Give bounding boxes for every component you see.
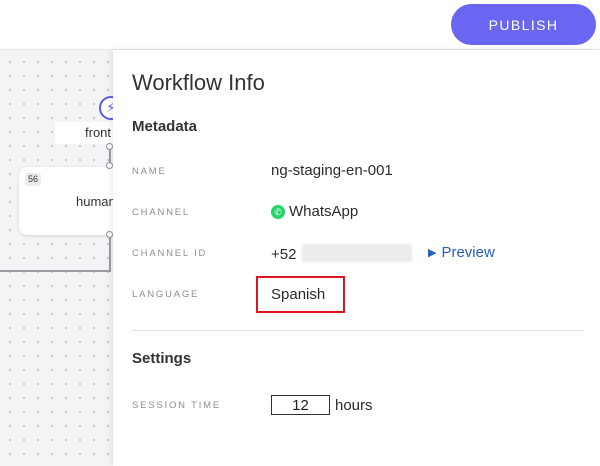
whatsapp-icon: ✆ — [271, 205, 285, 219]
lightning-icon[interactable]: ⚡ — [99, 96, 113, 120]
node-port[interactable] — [106, 231, 113, 238]
node-label: front — [85, 125, 112, 140]
workflow-node-front[interactable]: front — [55, 122, 113, 144]
channel-name: WhatsApp — [289, 203, 359, 220]
session-time-input[interactable] — [271, 395, 330, 415]
settings-heading: Settings — [132, 350, 192, 367]
workflow-node-human[interactable]: 56 human — [19, 167, 113, 235]
top-bar: PUBLISH — [0, 0, 600, 50]
channel-id-prefix: +52 — [271, 246, 297, 263]
session-time-unit: hours — [335, 397, 373, 414]
language-label: LANGUAGE — [132, 289, 200, 300]
node-label: human — [76, 194, 113, 209]
channel-label: CHANNEL — [132, 207, 190, 218]
session-time-label: SESSION TIME — [132, 400, 221, 411]
workflow-canvas[interactable]: ⚡ front 56 human — [0, 50, 113, 466]
name-label: NAME — [132, 166, 167, 177]
workflow-info-panel: Workflow Info Metadata NAME ng-staging-e… — [113, 50, 600, 466]
language-value: Spanish — [271, 286, 326, 303]
panel-title: Workflow Info — [132, 70, 265, 95]
node-port[interactable] — [106, 162, 113, 169]
name-value: ng-staging-en-001 — [271, 162, 393, 179]
channel-value: ✆ WhatsApp — [271, 203, 358, 220]
metadata-heading: Metadata — [132, 118, 198, 135]
preview-label: Preview — [441, 244, 495, 261]
node-port[interactable] — [106, 143, 113, 150]
node-id-badge: 56 — [25, 173, 42, 186]
play-icon: ▶ — [428, 247, 437, 259]
publish-button[interactable]: PUBLISH — [451, 4, 596, 45]
connector-line — [0, 270, 111, 272]
preview-link[interactable]: ▶ Preview — [428, 244, 495, 261]
section-divider — [132, 330, 584, 331]
redacted-phone-number — [302, 244, 413, 262]
channel-id-label: CHANNEL ID — [132, 248, 208, 259]
channel-id-value: +52 — [271, 244, 413, 263]
